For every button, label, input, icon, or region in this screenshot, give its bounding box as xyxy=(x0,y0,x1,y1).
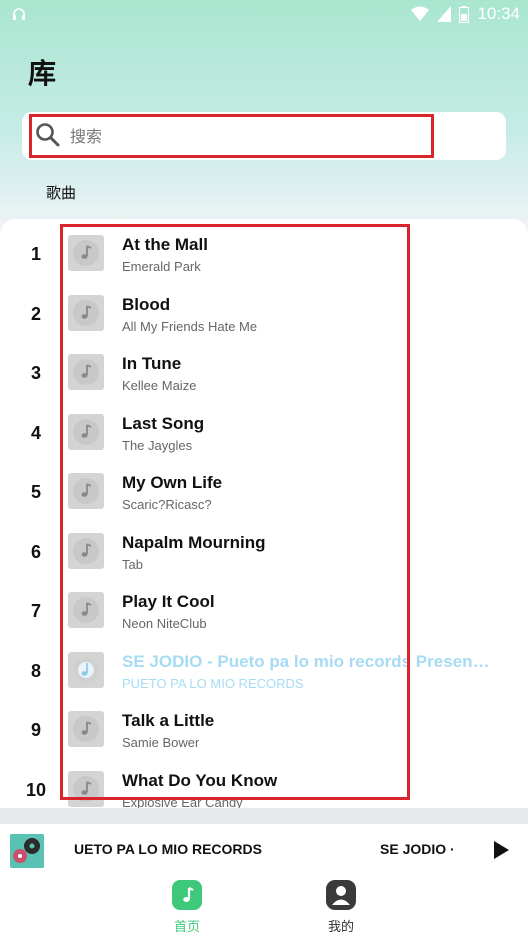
music-note-icon xyxy=(68,235,104,271)
song-row[interactable]: 9 Talk a Little Samie Bower xyxy=(0,700,528,760)
user-icon xyxy=(326,880,356,910)
song-row[interactable]: 5 My Own Life Scaric?Ricasc? xyxy=(0,462,528,522)
song-row[interactable]: 10 What Do You Know Explosive Ear Candy xyxy=(0,760,528,810)
song-number: 3 xyxy=(30,363,41,383)
song-title: SE JODIO - Pueto pa lo mio records Prese… xyxy=(122,651,492,671)
song-row[interactable]: 3 In Tune Kellee Maize xyxy=(0,343,528,403)
play-icon[interactable] xyxy=(492,840,510,860)
status-bar: 10:34 xyxy=(0,0,528,30)
music-note-icon xyxy=(68,413,104,450)
song-number: 4 xyxy=(30,422,41,443)
music-note-icon xyxy=(68,770,104,807)
music-note-icon xyxy=(68,711,104,747)
music-note-icon xyxy=(172,880,202,910)
song-row[interactable]: 4 Last Song The Jaygles xyxy=(0,403,528,463)
search-input[interactable] xyxy=(70,121,420,151)
song-artist: All My Friends Hate Me xyxy=(122,318,258,334)
music-note-icon xyxy=(68,592,104,628)
signal-icon xyxy=(437,6,452,22)
album-cover[interactable] xyxy=(10,834,44,868)
tab-home[interactable]: 首页 xyxy=(147,880,227,935)
song-list[interactable]: 1 At the Mall Emerald Park 2 Blood All M… xyxy=(0,219,528,809)
song-title: Last Song xyxy=(122,413,205,433)
song-title: Talk a Little xyxy=(122,711,215,730)
song-row[interactable]: 7 Play It Cool Neon NiteClub xyxy=(0,581,528,641)
divider xyxy=(0,808,528,824)
song-title: At the Mall xyxy=(122,235,208,254)
song-artist: Neon NiteClub xyxy=(122,616,207,631)
song-row-playing[interactable]: 8 SE JODIO - Pueto pa lo mio records Pre… xyxy=(0,641,528,701)
song-number: 2 xyxy=(30,303,41,324)
song-number: 9 xyxy=(30,720,41,740)
search-icon xyxy=(36,123,60,147)
mini-player[interactable]: UETO PA LO MIO RECORDS SE JODIO · xyxy=(0,824,528,874)
status-time: 10:34 xyxy=(477,4,520,23)
song-artist: PUETO PA LO MIO RECORDS xyxy=(122,675,304,691)
page-title: 库 xyxy=(28,57,57,90)
song-title: Blood xyxy=(122,294,171,314)
section-label-songs: 歌曲 xyxy=(46,184,77,202)
battery-icon xyxy=(459,5,470,23)
tab-home-label: 首页 xyxy=(173,920,200,935)
song-artist: Kellee Maize xyxy=(122,378,197,393)
music-note-icon xyxy=(68,473,104,509)
song-title: Napalm Mourning xyxy=(122,532,266,552)
song-number: 5 xyxy=(30,482,41,502)
wifi-icon xyxy=(411,6,430,21)
music-note-icon xyxy=(68,354,104,390)
song-row[interactable]: 6 Napalm Mourning Tab xyxy=(0,522,528,582)
song-row[interactable]: 1 At the Mall Emerald Park xyxy=(0,224,528,284)
tab-mine[interactable]: 我的 xyxy=(301,880,381,935)
song-title: What Do You Know xyxy=(122,770,278,790)
song-number: 8 xyxy=(30,660,41,681)
song-title: Play It Cool xyxy=(122,592,215,611)
tab-mine-label: 我的 xyxy=(327,920,354,935)
bottom-tab-bar: 首页 我的 xyxy=(0,874,528,940)
song-number: 1 xyxy=(30,244,41,264)
music-note-icon xyxy=(68,294,104,331)
song-title: In Tune xyxy=(122,354,182,373)
song-row[interactable]: 2 Blood All My Friends Hate Me xyxy=(0,284,528,344)
mini-player-artist: UETO PA LO MIO RECORDS xyxy=(74,841,262,857)
song-number: 6 xyxy=(30,541,41,562)
mini-player-title: SE JODIO · xyxy=(380,841,455,857)
song-artist: Scaric?Ricasc? xyxy=(122,497,212,512)
playing-note-icon xyxy=(68,651,104,688)
song-title: My Own Life xyxy=(122,473,223,492)
music-note-icon xyxy=(68,532,104,569)
headphones-icon xyxy=(13,8,25,20)
song-number: 7 xyxy=(30,601,41,621)
song-artist: Samie Bower xyxy=(122,735,200,750)
song-artist: Tab xyxy=(122,556,143,572)
song-artist: The Jaygles xyxy=(122,437,193,453)
song-artist: Emerald Park xyxy=(122,259,201,274)
song-artist: Explosive Ear Candy xyxy=(122,794,243,810)
song-number: 10 xyxy=(25,779,47,800)
